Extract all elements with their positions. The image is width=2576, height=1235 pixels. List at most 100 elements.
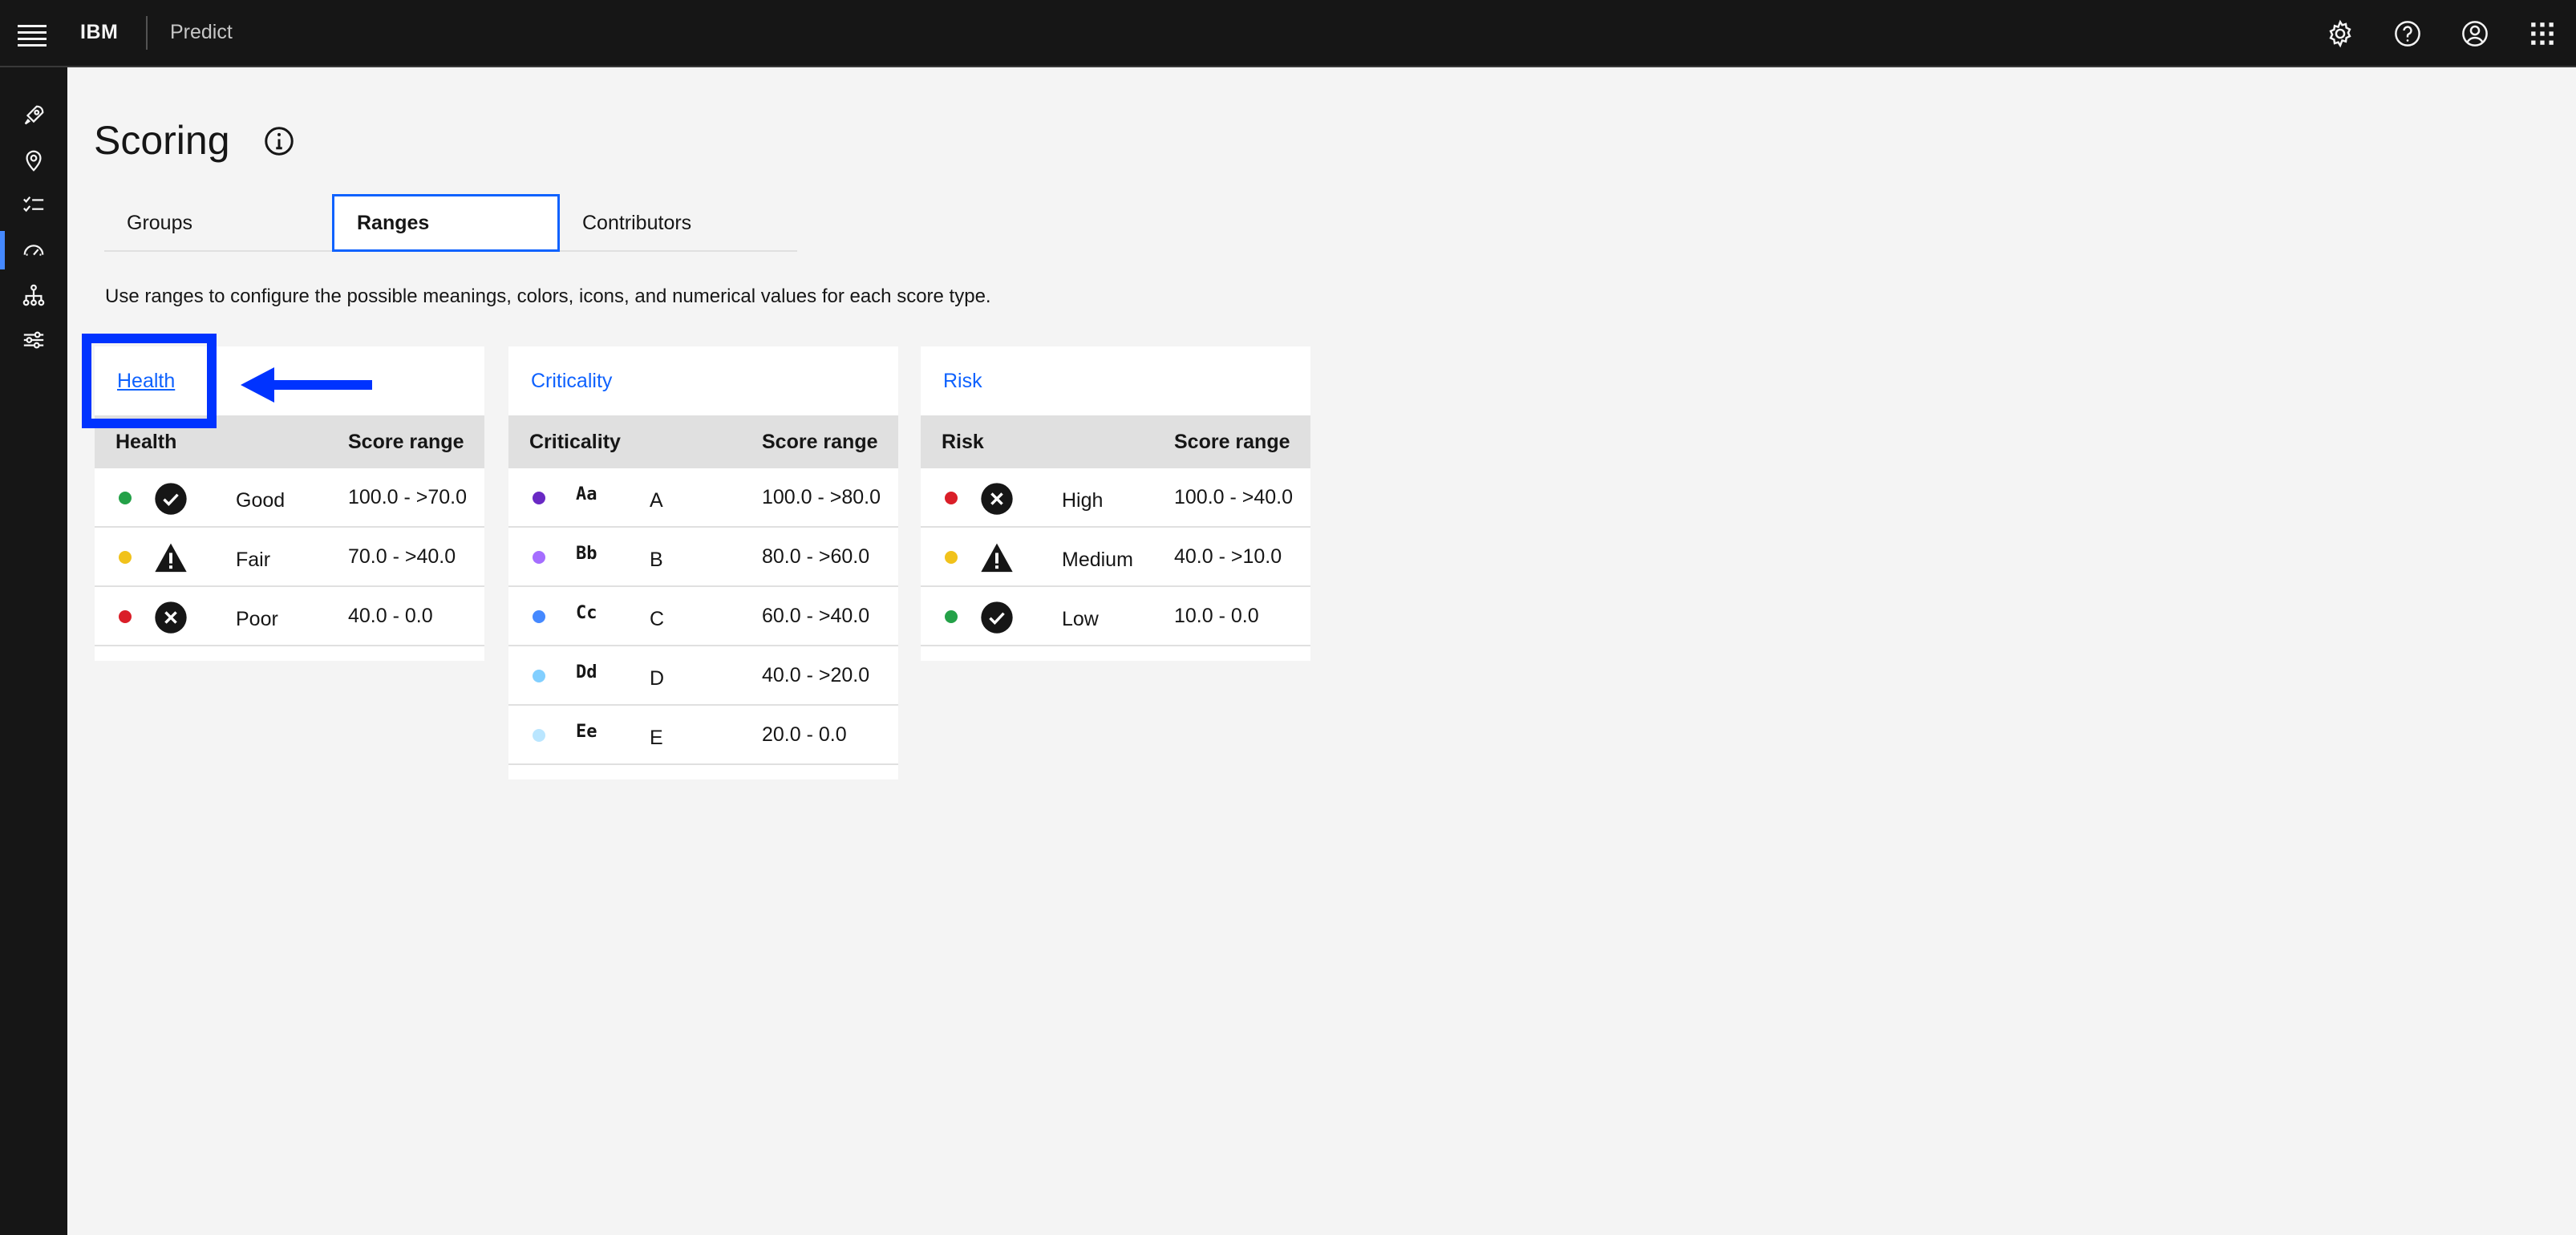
criticality-card-title-link[interactable]: Criticality [508,346,898,415]
rail-item-scoring[interactable] [0,228,67,273]
pale-blue-status-dot [533,729,545,742]
table-row[interactable]: Cc C 60.0 - >40.0 [508,587,898,646]
rail-item-hierarchy[interactable] [0,273,67,318]
information-icon[interactable] [263,125,295,157]
settings-button[interactable] [2307,0,2374,67]
table-row[interactable]: Dd D 40.0 - >20.0 [508,646,898,706]
app-switcher-button[interactable] [2509,0,2576,67]
help-button[interactable] [2374,0,2441,67]
letter-e-icon: Ee [576,722,597,742]
dashboard-gauge-icon [23,245,44,256]
table-row[interactable]: Poor 40.0 - 0.0 [95,587,484,646]
purple-status-dot [533,492,545,504]
score-range-value: 100.0 - >80.0 [762,486,881,508]
blue-status-dot [533,610,545,623]
gear-icon [2329,19,2351,48]
rail-item-location[interactable] [0,138,67,183]
meaning-label: A [650,489,663,512]
meaning-label: Medium [1062,549,1133,571]
score-range-value: 80.0 - >60.0 [762,545,870,568]
meaning-label: Good [236,489,286,512]
rocket-icon [24,105,44,125]
table-row[interactable]: Bb B 80.0 - >60.0 [508,528,898,587]
table-row[interactable]: High 100.0 - >40.0 [921,468,1310,528]
tab-groups[interactable]: Groups [104,194,332,252]
brand-name[interactable]: IBM [80,21,118,44]
meaning-label: High [1062,489,1104,512]
hierarchy-icon [22,284,45,306]
health-column-header: Health [115,430,177,453]
meaning-label: Poor [236,608,278,630]
score-range-column-header: Score range [1174,430,1290,453]
letter-d-icon: Dd [576,662,597,682]
tab-ranges[interactable]: Ranges [332,194,560,252]
main-content: Scoring Groups Ranges Contributors Use r… [67,67,2576,1235]
location-pin-icon [26,150,42,172]
yellow-status-dot [945,551,958,564]
table-row[interactable]: Medium 40.0 - >10.0 [921,528,1310,587]
yellow-status-dot [119,551,132,564]
criticality-column-header: Criticality [529,430,621,453]
close-filled-icon [980,482,1014,516]
checkmark-filled-icon [980,601,1014,634]
health-table-header: Health Score range [95,415,484,468]
side-navigation [0,67,67,1235]
rail-item-checklist[interactable] [0,183,67,228]
menu-icon[interactable] [18,21,47,47]
tab-contributors[interactable]: Contributors [560,194,797,252]
score-range-column-header: Score range [762,430,878,453]
app-grid-icon [2531,22,2554,45]
table-row[interactable]: Ee E 20.0 - 0.0 [508,706,898,765]
help-icon [2395,21,2420,47]
health-card-title-link[interactable]: Health [95,346,484,415]
risk-column-header: Risk [942,430,984,453]
table-row[interactable]: Fair 70.0 - >40.0 [95,528,484,587]
table-row[interactable]: Low 10.0 - 0.0 [921,587,1310,646]
meaning-label: B [650,549,663,571]
ranges-description: Use ranges to configure the possible mea… [105,285,991,307]
risk-card: Risk Risk Score range High 100.0 - >40.0… [921,346,1310,661]
letter-c-icon: Cc [576,603,597,623]
meaning-label: C [650,608,665,630]
health-card: Health Health Score range Good 100.0 - >… [95,346,484,661]
header-actions [2307,0,2576,67]
checklist-icon [23,196,44,213]
meaning-label: E [650,727,663,749]
risk-card-title-link[interactable]: Risk [921,346,1310,415]
score-range-value: 40.0 - 0.0 [348,605,433,627]
checkmark-filled-icon [154,482,188,516]
rail-item-settings-adjust[interactable] [0,318,67,362]
page-title: Scoring [94,118,230,163]
criticality-card: Criticality Criticality Score range Aa A… [508,346,898,779]
letter-b-icon: Bb [576,544,597,564]
criticality-table-header: Criticality Score range [508,415,898,468]
warning-triangle-icon [154,541,188,575]
user-profile-button[interactable] [2441,0,2509,67]
score-range-value: 40.0 - >20.0 [762,664,870,686]
score-range-value: 20.0 - 0.0 [762,723,847,746]
score-range-column-header: Score range [348,430,464,453]
meaning-label: Fair [236,549,271,571]
product-name[interactable]: Predict [170,21,233,44]
close-filled-icon [154,601,188,634]
score-tabs: Groups Ranges Contributors [104,194,797,252]
score-range-value: 60.0 - >40.0 [762,605,870,627]
table-row[interactable]: Aa A 100.0 - >80.0 [508,468,898,528]
green-status-dot [945,610,958,623]
user-avatar-icon [2462,21,2488,47]
warning-triangle-icon [980,541,1014,575]
meaning-label: D [650,667,665,690]
letter-a-icon: Aa [576,484,597,504]
top-header: IBM Predict [0,0,2576,67]
risk-table-header: Risk Score range [921,415,1310,468]
red-status-dot [945,492,958,504]
meaning-label: Low [1062,608,1099,630]
score-range-value: 10.0 - 0.0 [1174,605,1259,627]
green-status-dot [119,492,132,504]
header-divider [146,16,148,50]
rail-item-rocket[interactable] [0,93,67,138]
sliders-icon [23,331,44,349]
light-purple-status-dot [533,551,545,564]
score-range-value: 100.0 - >70.0 [348,486,468,508]
table-row[interactable]: Good 100.0 - >70.0 [95,468,484,528]
